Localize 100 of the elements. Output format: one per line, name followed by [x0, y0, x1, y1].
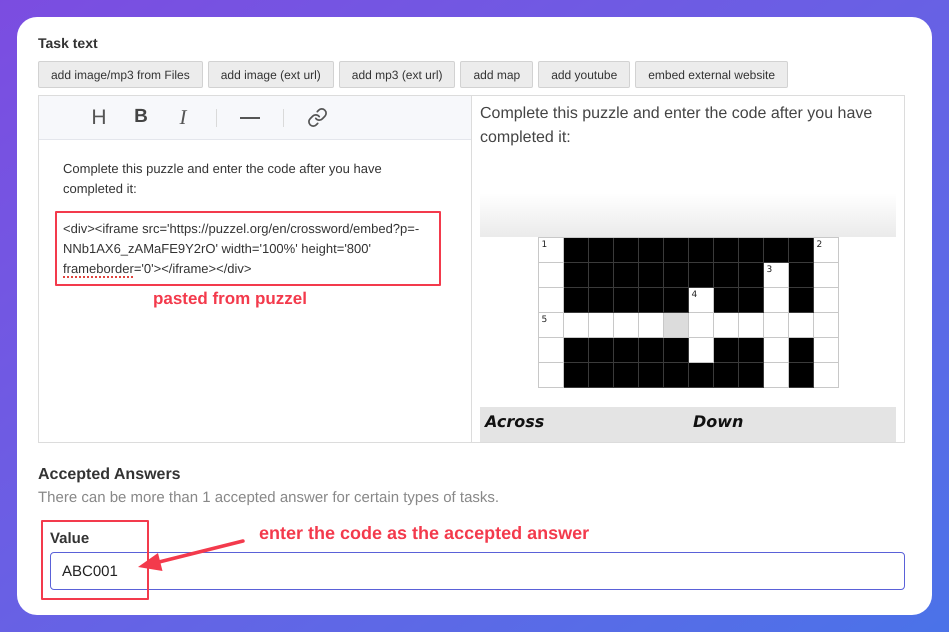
horizontal-rule-icon	[240, 116, 260, 118]
blocked-cell	[738, 288, 764, 313]
blocked-cell	[738, 263, 764, 288]
blocked-cell	[714, 263, 738, 288]
blocked-cell	[614, 338, 638, 363]
blocked-cell	[788, 263, 814, 288]
preview-paragraph: Complete this puzzle and enter the code after you have completed it:	[480, 104, 874, 148]
crossword-cell[interactable]	[564, 313, 588, 338]
crossword-cell[interactable]	[764, 363, 788, 388]
code-snippet: <div><iframe src='https://puzzel.org/en/crossword/embed?p=-NNb1AX6_zAMaFE9Y2rO' width='100%' height='800' frameborder='0'></iframe></div>	[63, 220, 420, 278]
blocked-cell	[614, 263, 638, 288]
bold-button[interactable]: B	[126, 102, 156, 132]
crossword-cell[interactable]: 5	[538, 313, 564, 338]
crossword-cell[interactable]	[538, 363, 564, 388]
blocked-cell	[588, 288, 614, 313]
crossword-cell[interactable]	[688, 338, 714, 363]
insert-button[interactable]: add map	[460, 61, 534, 88]
blocked-cell	[664, 363, 688, 388]
crossword-cell[interactable]: 4	[688, 288, 714, 313]
blocked-cell	[788, 238, 814, 263]
blocked-cell	[664, 238, 688, 263]
blocked-cell	[588, 238, 614, 263]
crossword-cell[interactable]	[764, 313, 788, 338]
blocked-cell	[564, 263, 588, 288]
blocked-cell	[638, 363, 664, 388]
insert-button[interactable]: add image (ext url)	[208, 61, 334, 88]
blocked-cell	[714, 338, 738, 363]
blocked-cell	[688, 238, 714, 263]
italic-button[interactable]: I	[168, 102, 198, 132]
crossword-cell[interactable]: 3	[764, 263, 788, 288]
crossword-cell[interactable]	[764, 288, 788, 313]
blocked-cell	[638, 263, 664, 288]
crossword-cell[interactable]	[538, 338, 564, 363]
blocked-cell	[664, 288, 688, 313]
crossword-cell[interactable]	[638, 313, 664, 338]
blocked-cell	[714, 363, 738, 388]
heading-button[interactable]: H	[84, 102, 114, 132]
blocked-cell	[714, 238, 738, 263]
clues-heading: Across	[485, 412, 544, 431]
blocked-cell	[688, 363, 714, 388]
section-heading: Accepted Answers	[38, 465, 181, 485]
crossword-cell[interactable]: 2	[814, 238, 838, 263]
blocked-cell	[788, 338, 814, 363]
crossword-cell[interactable]	[814, 363, 838, 388]
crossword-cell[interactable]	[814, 313, 838, 338]
blocked-cell	[664, 338, 688, 363]
section-label: Task text	[38, 34, 98, 53]
blocked-cell	[638, 238, 664, 263]
blocked-cell	[614, 238, 638, 263]
crossword-cell[interactable]	[714, 313, 738, 338]
crossword-cell[interactable]	[538, 263, 564, 288]
crossword-cell[interactable]	[814, 288, 838, 313]
field-label: Value	[50, 529, 90, 549]
blocked-cell	[688, 263, 714, 288]
blocked-cell	[614, 288, 638, 313]
blocked-cell	[564, 338, 588, 363]
blocked-cell	[564, 288, 588, 313]
insert-button[interactable]: add youtube	[538, 61, 630, 88]
crossword-cell[interactable]	[738, 313, 764, 338]
blocked-cell	[588, 363, 614, 388]
blocked-cell	[738, 338, 764, 363]
blocked-cell	[564, 363, 588, 388]
blocked-cell	[614, 363, 638, 388]
crossword-cell[interactable]	[688, 313, 714, 338]
blocked-cell	[738, 363, 764, 388]
insert-button[interactable]: add mp3 (ext url)	[338, 61, 456, 88]
blocked-cell	[638, 338, 664, 363]
blocked-cell	[588, 338, 614, 363]
clue-number: 3	[766, 265, 772, 275]
blocked-cell	[714, 288, 738, 313]
blocked-cell	[638, 288, 664, 313]
clue-number: 2	[816, 240, 822, 250]
crossword-cell[interactable]: 1	[538, 238, 564, 263]
editor-paragraph: Complete this puzzle and enter the code after you have completed it:	[63, 160, 383, 198]
crossword-cell[interactable]	[814, 338, 838, 363]
blocked-cell	[788, 288, 814, 313]
crossword-cell[interactable]	[814, 263, 838, 288]
clue-number: 5	[542, 315, 548, 325]
annotation-label: enter the code as the accepted answer	[259, 522, 590, 545]
answer-input[interactable]: ABC001	[50, 552, 905, 590]
blocked-cell	[564, 238, 588, 263]
crossword-cell[interactable]	[764, 338, 788, 363]
link-icon	[308, 108, 326, 127]
blocked-cell	[664, 263, 688, 288]
blocked-cell	[788, 363, 814, 388]
crossword-cell[interactable]	[788, 313, 814, 338]
clues-heading: Down	[693, 412, 744, 431]
blocked-cell	[588, 263, 614, 288]
crossword-cell[interactable]	[538, 288, 564, 313]
help-text: There can be more than 1 accepted answer for certain types of tasks.	[38, 488, 500, 508]
active-cell[interactable]	[664, 313, 688, 338]
blocked-cell	[764, 238, 788, 263]
clue-number: 1	[542, 240, 548, 250]
crossword-cell[interactable]	[614, 313, 638, 338]
crossword-cell[interactable]	[588, 313, 614, 338]
clue-number: 4	[692, 290, 698, 300]
annotation-label: pasted from puzzel	[153, 288, 307, 310]
insert-button[interactable]: add image/mp3 from Files	[38, 61, 203, 88]
insert-button[interactable]: embed external website	[635, 61, 788, 88]
blocked-cell	[738, 238, 764, 263]
